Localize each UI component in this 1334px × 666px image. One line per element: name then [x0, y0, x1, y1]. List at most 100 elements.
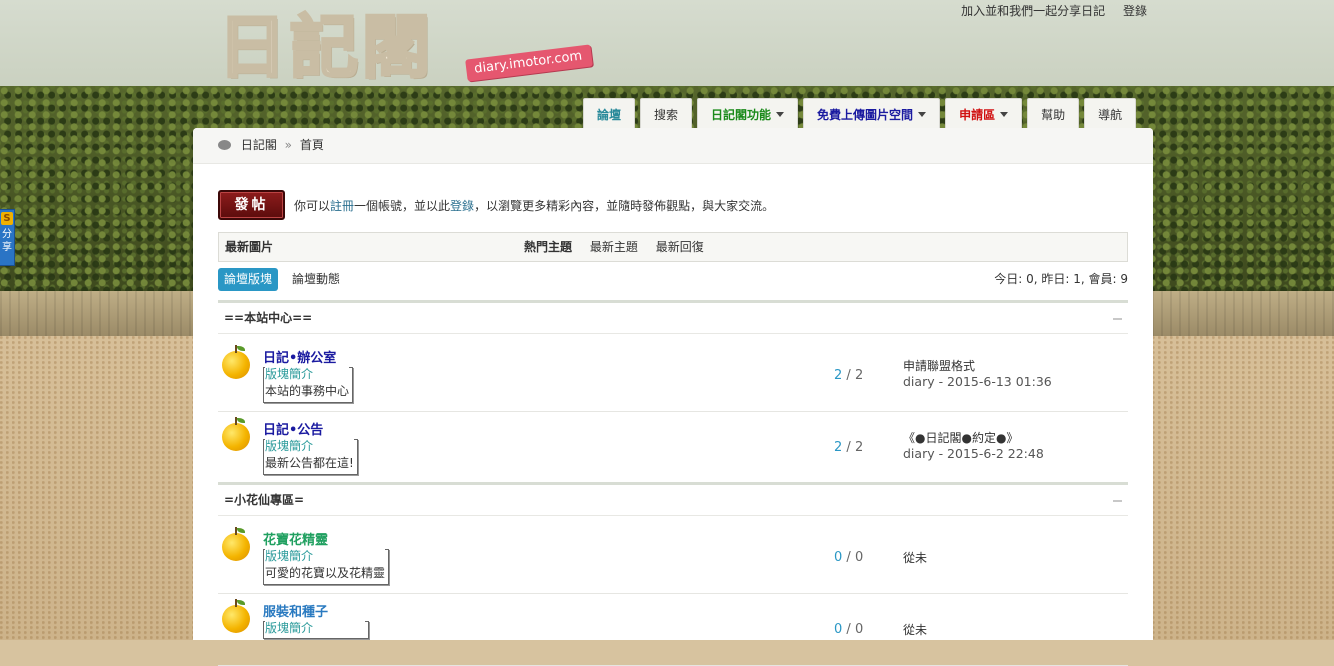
- post-row: 發帖 你可以註冊一個帳號，並以此登錄，以瀏覽更多精彩內容，並隨時發佈觀點，與大家…: [218, 190, 774, 220]
- collapse-icon[interactable]: [1113, 500, 1122, 502]
- forum-intro-box: 版塊簡介可愛的花寶以及花精靈: [263, 548, 390, 585]
- category-title: =小花仙專區=: [224, 493, 305, 507]
- main-panel: 日記閣 » 首頁 發帖 你可以註冊一個帳號，並以此登錄，以瀏覽更多精彩內容，並隨…: [193, 128, 1153, 666]
- main-nav: 論壇 搜索 日記閣功能 免費上傳圖片空間 申請區 幫助 導航: [583, 98, 1137, 128]
- forum-counts: 0 / 0: [834, 550, 864, 565]
- share-icon: S: [1, 212, 13, 225]
- forum-counts: 2 / 2: [834, 440, 864, 455]
- nav-tab-label: 搜索: [654, 108, 679, 122]
- caret-down-icon: [1000, 112, 1009, 117]
- share-widget[interactable]: S 分享: [0, 209, 15, 266]
- forum-intro-box: 版塊簡介本站的事務中心: [263, 366, 354, 403]
- forum-row: 日記•公告 版塊簡介最新公告都在這! 2 / 2 《●日記閣●約定●》 diary - …: [218, 411, 1128, 484]
- forum-description: 可愛的花寶以及花精靈: [265, 566, 386, 580]
- last-post-meta[interactable]: diary - 2015-6-13 01:36: [903, 374, 1052, 389]
- forum-intro-box: 版塊簡介: [263, 620, 369, 639]
- post-count: 2: [854, 440, 864, 455]
- breadcrumb: 日記閣 » 首頁: [193, 128, 1153, 164]
- register-link[interactable]: 註冊: [330, 199, 354, 213]
- top-links: 加入並和我們一起分享日記 登錄: [947, 2, 1147, 19]
- guest-message-text: 你可以: [294, 198, 331, 213]
- forum-intro-box: 版塊簡介最新公告都在這!: [263, 438, 358, 475]
- last-post-title: 從未: [903, 551, 928, 565]
- forum-description: 本站的事務中心: [265, 384, 350, 398]
- latest-images-label: 最新圖片: [225, 240, 274, 254]
- forum-apple-icon: [222, 599, 250, 633]
- post-count: 0: [854, 550, 864, 565]
- join-link[interactable]: 加入並和我們一起分享日記: [961, 4, 1105, 18]
- logo-text: 日記閣: [216, 7, 435, 90]
- forum-last-post: 《●日記閣●約定●》 diary - 2015-6-2 22:48: [903, 429, 1044, 461]
- thread-count: 2: [834, 440, 843, 455]
- site-logo[interactable]: 日記閣 diary.imotor.com: [216, 6, 618, 91]
- caret-down-icon: [918, 112, 927, 117]
- hot-topics-tabs: 熱門主題 最新主題 最新回復: [524, 233, 718, 261]
- nav-tab-label: 導航: [1098, 108, 1123, 122]
- forum-row: 日記•辦公室 版塊簡介本站的事務中心 2 / 2 申請聯盟格式 diary - 2015…: [218, 339, 1128, 412]
- guest-message-text: ，以瀏覽更多精彩內容，並隨時發佈觀點，與大家交流。: [474, 198, 775, 213]
- forum-intro-legend: 版塊簡介: [265, 366, 350, 382]
- breadcrumb-separator: »: [284, 138, 293, 152]
- hot-topics-bar: 最新圖片 熱門主題 最新主題 最新回復: [218, 232, 1128, 262]
- login-link-inline[interactable]: 登錄: [450, 199, 474, 213]
- tab-latest-replies[interactable]: 最新回復: [656, 240, 704, 254]
- forum-row: 花寶花精靈 版塊簡介可愛的花寶以及花精靈 0 / 0 從未: [218, 521, 1128, 594]
- forum-name-link[interactable]: 日記•公告: [263, 419, 323, 438]
- post-count: 2: [854, 368, 864, 383]
- forum-last-post: 從未: [903, 549, 927, 566]
- forum-row: 服裝和種子 版塊簡介 0 / 0 從未: [218, 593, 1128, 666]
- thread-count: 0: [834, 622, 843, 637]
- nav-tab[interactable]: 申請區: [945, 98, 1023, 128]
- thread-count: 0: [834, 550, 843, 565]
- breadcrumb-current: 首頁: [299, 138, 324, 152]
- site-stats: 今日: 0, 昨日: 1, 會員: 9: [994, 272, 1128, 286]
- forum-description: 最新公告都在這!: [265, 456, 354, 470]
- forum-counts: 2 / 2: [834, 368, 864, 383]
- nav-tab[interactable]: 導航: [1084, 98, 1137, 128]
- forum-name-link[interactable]: 花寶花精靈: [263, 529, 328, 548]
- forum-counts: 0 / 0: [834, 622, 864, 637]
- collapse-icon[interactable]: [1113, 318, 1122, 320]
- chat-bubble-icon: [218, 140, 231, 150]
- post-count: 0: [854, 622, 864, 637]
- nav-tab-label: 申請區: [959, 108, 996, 122]
- forum-apple-icon: [222, 417, 250, 451]
- thread-count: 2: [834, 368, 843, 383]
- nav-tab[interactable]: 日記閣功能: [697, 98, 799, 128]
- category-header[interactable]: =小花仙專區=: [218, 482, 1128, 516]
- guest-message: 你可以註冊一個帳號，並以此登錄，以瀏覽更多精彩內容，並隨時發佈觀點，與大家交流。: [294, 197, 774, 214]
- forum-apple-icon: [222, 527, 250, 561]
- category-header[interactable]: ==本站中心==: [218, 300, 1128, 334]
- forum-intro-legend: 版塊簡介: [265, 620, 365, 636]
- forum-name-link[interactable]: 日記•辦公室: [263, 347, 336, 366]
- tab-hot-topics[interactable]: 熱門主題: [524, 240, 572, 254]
- nav-tab[interactable]: 免費上傳圖片空間: [803, 98, 941, 128]
- nav-tab-label: 幫助: [1041, 108, 1066, 122]
- last-post-title[interactable]: 申請聯盟格式: [903, 357, 1052, 374]
- nav-tab[interactable]: 搜索: [640, 98, 693, 128]
- last-post-title[interactable]: 《●日記閣●約定●》: [903, 429, 1044, 446]
- nav-tab-label: 日記閣功能: [711, 108, 772, 122]
- forum-last-post: 申請聯盟格式 diary - 2015-6-13 01:36: [903, 357, 1052, 389]
- login-link[interactable]: 登錄: [1123, 4, 1147, 18]
- forum-name-link[interactable]: 服裝和種子: [263, 601, 328, 620]
- forum-intro-legend: 版塊簡介: [265, 548, 386, 564]
- share-label: 分享: [2, 229, 12, 253]
- nav-tab[interactable]: 論壇: [583, 98, 636, 128]
- tab-forum-boards[interactable]: 論壇版塊: [218, 268, 279, 291]
- new-post-button[interactable]: 發帖: [218, 190, 285, 220]
- forum-intro-legend: 版塊簡介: [265, 438, 354, 454]
- category-title: ==本站中心==: [224, 311, 313, 325]
- logo-tagline: diary.imotor.com: [465, 44, 594, 82]
- tab-latest-topics[interactable]: 最新主題: [590, 240, 638, 254]
- caret-down-icon: [776, 112, 785, 117]
- forum-last-post: 從未: [903, 621, 927, 638]
- forum-apple-icon: [222, 345, 250, 379]
- last-post-meta[interactable]: diary - 2015-6-2 22:48: [903, 446, 1044, 461]
- forum-view-tabs: 論壇版塊 論壇動態 今日: 0, 昨日: 1, 會員: 9: [218, 268, 1128, 292]
- breadcrumb-home[interactable]: 日記閣: [241, 138, 277, 152]
- guest-message-text: 一個帳號，並以此: [354, 198, 451, 213]
- nav-tab-label: 免費上傳圖片空間: [817, 108, 914, 122]
- nav-tab[interactable]: 幫助: [1027, 98, 1080, 128]
- tab-forum-activity[interactable]: 論壇動態: [292, 268, 340, 291]
